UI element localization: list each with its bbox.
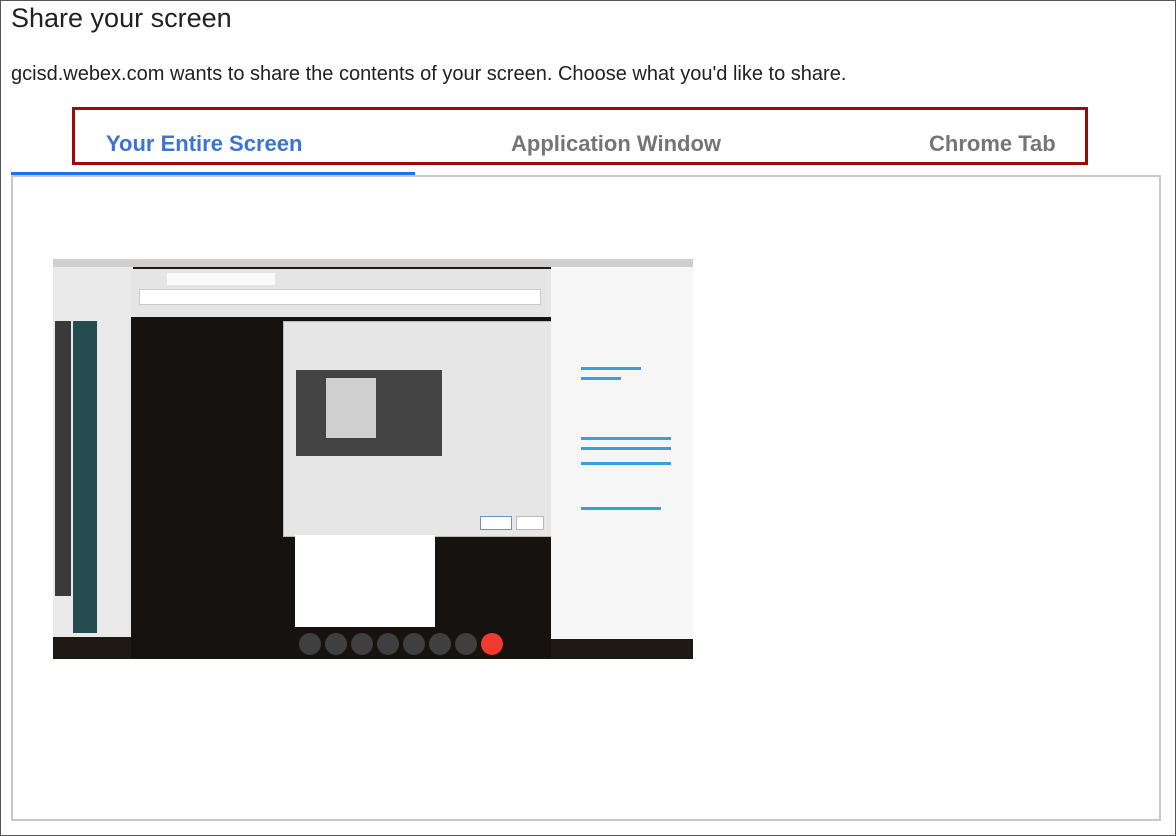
- share-screen-dialog: Share your screen gcisd.webex.com wants …: [0, 0, 1176, 836]
- thumb-control-icon: [299, 633, 321, 655]
- thumb-link-line: [581, 437, 671, 440]
- thumb-link-line: [581, 367, 641, 370]
- thumb-share-dialog: [283, 321, 553, 537]
- thumb-cancel-button: [516, 516, 544, 530]
- thumb-control-icon: [429, 633, 451, 655]
- thumb-control-icon: [377, 633, 399, 655]
- thumb-browser-tab: [167, 273, 275, 285]
- thumb-nested-screen: [326, 378, 376, 438]
- dialog-title: Share your screen: [11, 3, 232, 33]
- thumb-nested-preview: [296, 370, 442, 456]
- thumb-browser-toolbar: [131, 269, 551, 317]
- thumb-self-view: [295, 535, 435, 627]
- thumb-browser-window: [131, 269, 553, 659]
- thumb-menubar: [53, 259, 693, 267]
- tab-entire-screen[interactable]: Your Entire Screen: [106, 131, 302, 157]
- thumb-control-icon: [403, 633, 425, 655]
- thumb-control-icon: [325, 633, 347, 655]
- thumb-share-button: [480, 516, 512, 530]
- thumb-right-window: [551, 267, 693, 639]
- thumb-end-call-icon: [481, 633, 503, 655]
- thumb-link-line: [581, 377, 621, 380]
- thumb-link-line: [581, 507, 661, 510]
- thumb-link-line: [581, 447, 671, 450]
- tab-application-window[interactable]: Application Window: [511, 131, 721, 157]
- thumb-meeting-controls: [299, 633, 509, 657]
- tab-chrome-tab[interactable]: Chrome Tab: [929, 131, 1056, 157]
- thumb-control-icon: [455, 633, 477, 655]
- thumb-webex-sidebar: [73, 321, 97, 633]
- entire-screen-thumbnail[interactable]: [53, 259, 693, 659]
- share-content-pane: [11, 175, 1161, 821]
- thumb-dock: [55, 321, 71, 596]
- share-tabs: Your Entire Screen Application Window Ch…: [11, 107, 1161, 176]
- dialog-subtitle: gcisd.webex.com wants to share the conte…: [11, 63, 847, 85]
- thumb-control-icon: [351, 633, 373, 655]
- thumb-link-line: [581, 462, 671, 465]
- thumb-address-bar: [139, 289, 541, 305]
